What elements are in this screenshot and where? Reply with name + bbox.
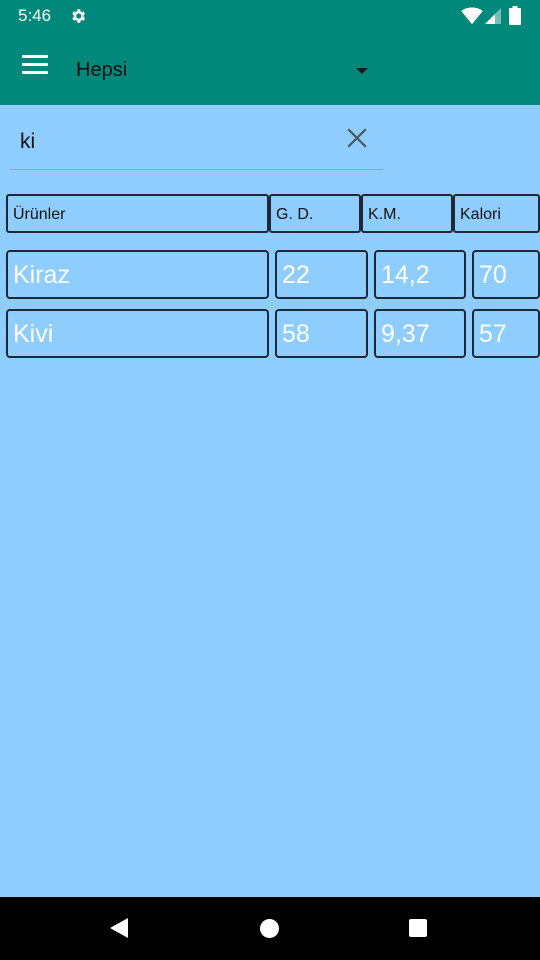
- close-icon[interactable]: [347, 128, 367, 148]
- row-1-calories[interactable]: 70: [472, 250, 540, 299]
- status-bar: 5:46: [0, 0, 540, 32]
- row-2-calories[interactable]: 57: [472, 309, 540, 358]
- settings-icon: [72, 9, 86, 23]
- hamburger-menu-icon[interactable]: [22, 55, 50, 81]
- row-1-gi[interactable]: 22: [275, 250, 368, 299]
- back-icon[interactable]: [110, 918, 128, 938]
- column-header-km: K.M.: [361, 194, 453, 233]
- column-header-products: Ürünler: [6, 194, 269, 233]
- row-2-km[interactable]: 9,37: [374, 309, 466, 358]
- row-1-km[interactable]: 14,2: [374, 250, 466, 299]
- category-spinner-value: Hepsi: [76, 59, 128, 81]
- row-2-gi[interactable]: 58: [275, 309, 368, 358]
- column-header-gi: G. D.: [269, 194, 361, 233]
- search-input[interactable]: [20, 124, 320, 160]
- row-2-product[interactable]: Kivi: [6, 309, 269, 358]
- navigation-bar: [0, 897, 540, 960]
- search-field-container: [10, 118, 383, 170]
- app-bar: Hepsi: [0, 32, 540, 105]
- recents-icon[interactable]: [409, 919, 427, 937]
- home-icon[interactable]: [260, 919, 279, 938]
- wifi-icon: [461, 7, 483, 25]
- status-time: 5:46: [18, 6, 52, 25]
- row-1-product[interactable]: Kiraz: [6, 250, 269, 299]
- column-header-calories: Kalori: [453, 194, 540, 233]
- dropdown-arrow-icon: [356, 68, 368, 74]
- signal-icon: [485, 8, 501, 24]
- battery-icon: [509, 6, 521, 25]
